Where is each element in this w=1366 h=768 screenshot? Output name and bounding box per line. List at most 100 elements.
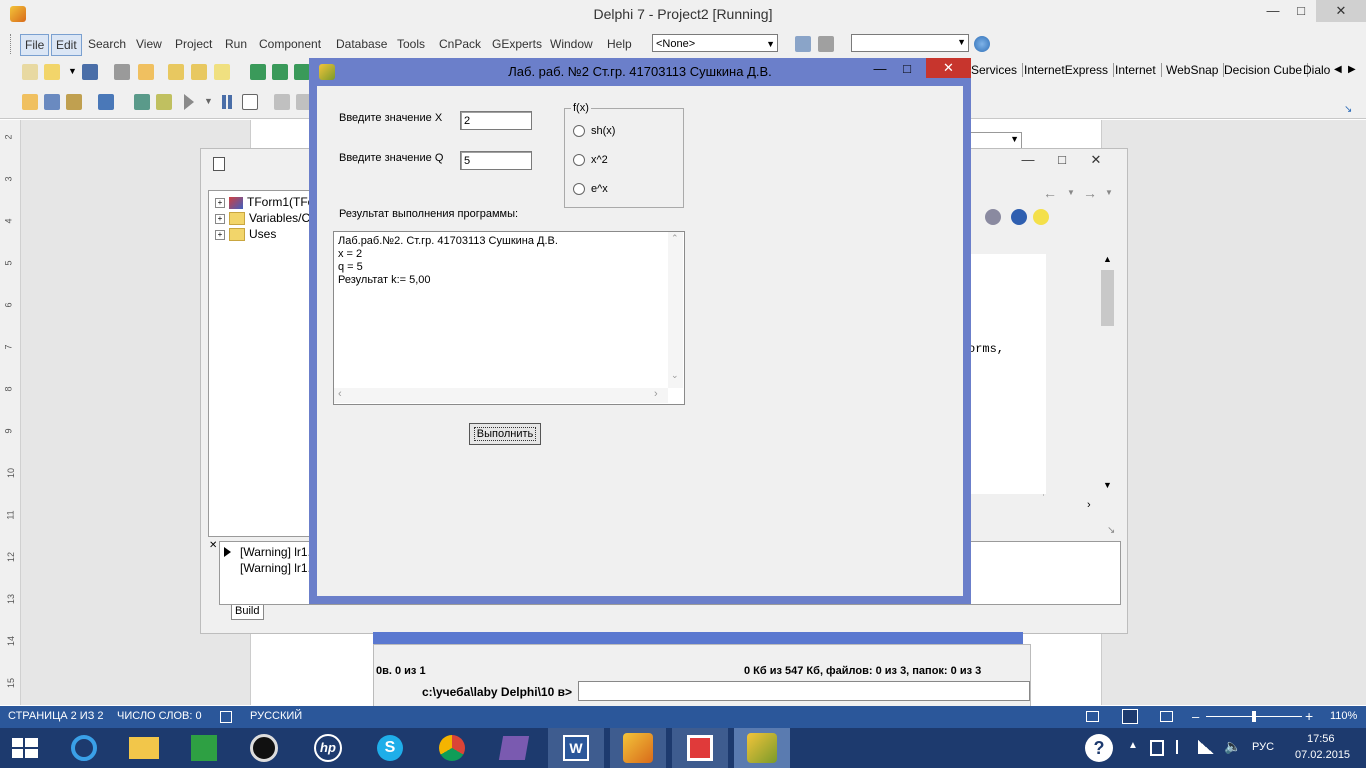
view-unit-icon[interactable]	[22, 94, 38, 110]
radio-circle-icon[interactable]	[573, 183, 585, 196]
toggle-form-icon[interactable]	[66, 94, 82, 110]
resize-grip-icon[interactable]: ↘	[1107, 525, 1115, 536]
desktop-combo[interactable]: <None> ▼	[652, 34, 778, 52]
add-file-icon[interactable]	[168, 64, 184, 80]
cpu-icon[interactable]	[134, 94, 150, 110]
menu-cnpack[interactable]: CnPack	[435, 34, 485, 54]
tab-scroll-right-icon[interactable]: ▶	[1348, 64, 1356, 75]
scroll-down-icon[interactable]: ▼	[1103, 480, 1112, 490]
save-all-icon[interactable]	[114, 64, 130, 80]
debug-desktop-icon[interactable]	[818, 36, 834, 52]
view-form-icon[interactable]	[44, 94, 60, 110]
chevron-down-icon[interactable]: ▼	[204, 96, 213, 106]
radio-ex[interactable]: e^x	[573, 183, 608, 196]
component-tab-internetexpress[interactable]: InternetExpress	[1019, 63, 1115, 77]
delphi-taskbar-icon[interactable]	[610, 728, 666, 768]
ide-close-button[interactable]: ✕	[1316, 0, 1366, 22]
messages-close-icon[interactable]: ✕	[209, 540, 217, 551]
result-memo[interactable]: Лаб.раб.№2. Ст.гр. 41703113 Сушкина Д.В.…	[333, 231, 685, 405]
form-title-bar[interactable]: Лаб. раб. №2 Ст.гр. 41703113 Сушкина Д.В…	[309, 58, 971, 86]
palette-resize-icon[interactable]: ↘	[1344, 104, 1352, 115]
message-line[interactable]: [Warning] lr1.	[240, 545, 311, 559]
volume-icon[interactable]: 🔈	[1224, 738, 1241, 755]
chevron-down-icon[interactable]: ▼	[1105, 188, 1113, 197]
new-form-icon[interactable]	[98, 94, 114, 110]
chevron-down-icon[interactable]: ▼	[1067, 188, 1075, 197]
input-language[interactable]: РУС	[1252, 741, 1274, 753]
menu-help[interactable]: Help	[603, 34, 636, 54]
menu-gexperts[interactable]: GExperts	[488, 34, 546, 54]
q-input[interactable]: 5	[460, 151, 532, 170]
run-button[interactable]: Выполнить	[469, 423, 541, 445]
zoom-in-icon[interactable]: +	[1305, 708, 1313, 724]
chrome-icon[interactable]	[424, 728, 480, 768]
globe-icon[interactable]	[974, 36, 990, 52]
help-icon[interactable]	[1011, 209, 1027, 225]
hp-icon[interactable]: hp	[300, 728, 356, 768]
package-icon[interactable]	[250, 64, 266, 80]
menu-tools[interactable]: Tools	[393, 34, 429, 54]
menu-edit[interactable]: Edit	[51, 34, 82, 56]
radio-circle-icon[interactable]	[573, 154, 585, 167]
modules-icon[interactable]	[156, 94, 172, 110]
scroll-left-icon[interactable]: ‹	[338, 388, 342, 400]
scrollbar-thumb[interactable]	[1101, 270, 1114, 326]
web-layout-icon[interactable]	[1160, 711, 1173, 722]
menu-view[interactable]: View	[132, 34, 166, 54]
internet-explorer-icon[interactable]	[56, 728, 112, 768]
read-mode-icon[interactable]	[1086, 711, 1099, 722]
expand-icon[interactable]: +	[215, 229, 225, 240]
menu-database[interactable]: Database	[332, 34, 391, 54]
power-icon[interactable]	[1150, 740, 1164, 756]
help-icon[interactable]: ?	[1085, 734, 1113, 762]
word-icon[interactable]: W	[548, 728, 604, 768]
tab-scroll-left-icon[interactable]: ◀	[1334, 64, 1342, 75]
open-icon[interactable]	[44, 64, 60, 80]
radio-circle-icon[interactable]	[573, 125, 585, 138]
menu-component[interactable]: Component	[255, 34, 325, 54]
component-tab-dialogs[interactable]: Dialo	[1298, 63, 1335, 77]
skype-icon[interactable]: S	[362, 728, 418, 768]
page-count[interactable]: СТРАНИЦА 2 ИЗ 2	[8, 710, 104, 722]
menu-file[interactable]: File	[20, 34, 50, 56]
menu-run[interactable]: Run	[221, 34, 251, 54]
back-nav-icon[interactable]: ←	[1043, 185, 1057, 201]
windows-start-icon[interactable]	[12, 738, 38, 758]
menu-project[interactable]: Project	[171, 34, 216, 54]
zoom-out-icon[interactable]: –	[1192, 709, 1199, 724]
pause-icon[interactable]	[222, 95, 232, 109]
zoom-slider[interactable]	[1206, 711, 1302, 722]
scroll-up-icon[interactable]: ▲	[1103, 254, 1112, 264]
component-tab-internet[interactable]: Internet	[1110, 63, 1162, 77]
word-count[interactable]: ЧИСЛО СЛОВ: 0	[117, 710, 202, 722]
menu-search[interactable]: Search	[84, 34, 130, 54]
gear-icon[interactable]	[985, 209, 1001, 225]
remove-file-icon[interactable]	[191, 64, 207, 80]
project2-taskbar-icon[interactable]	[734, 728, 790, 768]
language-indicator[interactable]: РУССКИЙ	[250, 710, 302, 722]
message-line[interactable]: [Warning] lr1.	[240, 561, 311, 575]
form-maximize-button[interactable]: □	[884, 58, 930, 80]
trace-into-icon[interactable]	[274, 94, 290, 110]
save-desktop-icon[interactable]	[795, 36, 811, 52]
store-icon[interactable]	[176, 728, 232, 768]
editor-close-button[interactable]: ✕	[1073, 149, 1119, 171]
scroll-down-icon[interactable]: ⌄	[671, 370, 679, 381]
new-icon[interactable]	[22, 64, 38, 80]
proofing-icon[interactable]	[220, 711, 232, 723]
memo-hscrollbar[interactable]: ‹ ›	[334, 388, 668, 403]
run-icon[interactable]	[184, 94, 194, 110]
x-input[interactable]: 2	[460, 111, 532, 130]
form-close-button[interactable]: ✕	[926, 58, 971, 78]
clock-date[interactable]: 07.02.2015	[1295, 749, 1350, 761]
zoom-level[interactable]: 110%	[1330, 710, 1357, 722]
scroll-right-icon[interactable]: ›	[1087, 499, 1091, 511]
forward-nav-icon[interactable]: →	[1083, 185, 1097, 201]
code-editor[interactable]: orms,	[966, 254, 1046, 494]
fm-command-input[interactable]	[578, 681, 1030, 701]
tree-item[interactable]: + TForm1(TFor	[215, 195, 318, 211]
clock-time[interactable]: 17:56	[1307, 733, 1335, 745]
component-tab-websnap[interactable]: WebSnap	[1161, 63, 1225, 77]
program-reset-icon[interactable]	[242, 94, 258, 110]
radio-sh[interactable]: sh(x)	[573, 125, 615, 138]
